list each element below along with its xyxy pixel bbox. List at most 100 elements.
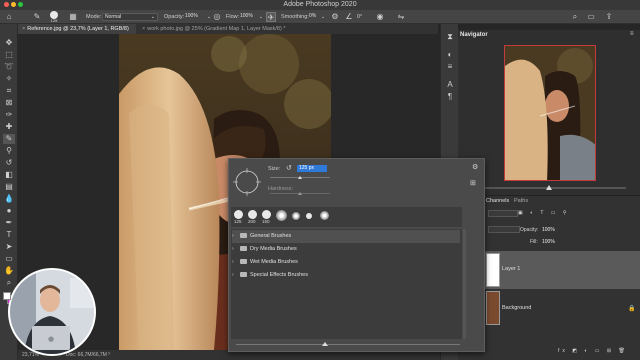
layer-name[interactable]: Background [502,305,531,311]
preview-size-slider[interactable] [236,342,460,346]
pressure-size-icon[interactable]: ◉ [375,12,385,22]
zoom-slider[interactable] [466,185,626,190]
gear-icon[interactable]: ⚙ [472,163,478,171]
minimize-window-button[interactable] [11,2,16,7]
layer-actions-icons[interactable]: fx ◩ ◐ ▭ ⊞ 🗑 [558,348,628,354]
lasso-tool-icon[interactable]: ➰ [3,62,15,72]
paragraph-panel-icon[interactable]: ¶ [444,92,456,102]
brush-size-label: 125 [50,18,58,23]
foreground-color-swatch[interactable] [3,292,11,300]
dodge-tool-icon[interactable]: ● [3,206,15,216]
history-brush-tool-icon[interactable]: ↺ [3,158,15,168]
panel-menu-icon[interactable]: ≡ [630,31,634,37]
eraser-tool-icon[interactable]: ◧ [3,170,15,180]
flow-input[interactable]: 100% [238,13,258,21]
eyedropper-tool-icon[interactable]: ✑ [3,110,15,120]
crop-tool-icon[interactable]: ⌗ [3,86,15,96]
size-slider[interactable] [270,176,330,179]
folder-wet-media-brushes[interactable]: › Wet Media Brushes [232,256,460,269]
layer-filter-select[interactable] [488,210,518,217]
angle-icon[interactable]: ∠ [344,12,354,22]
type-tool-icon[interactable]: T [3,230,15,240]
clone-stamp-tool-icon[interactable]: ⚲ [3,146,15,156]
layer-thumbnail [486,253,500,287]
chevron-right-icon[interactable]: › [232,243,238,256]
tab-reference[interactable]: × Reference.jpg @ 23,7% (Layer 1, RGB/8) … [18,24,136,42]
tab-work-photo[interactable]: × work photo.jpg @ 25% (Gradient Map 1, L… [138,24,338,34]
blend-mode-select[interactable] [488,226,520,233]
layer-opacity-value[interactable]: 100% [542,227,555,233]
size-slider-thumb[interactable] [298,176,302,179]
preview-size-slider-thumb[interactable] [322,342,328,346]
navigator-thumbnail[interactable] [504,45,596,181]
brush-preset-picker[interactable]: 125 [48,11,60,23]
brush-preset-5[interactable] [292,212,300,220]
angle-value[interactable]: 0° [357,14,362,20]
opacity-input[interactable]: 100% [183,13,203,21]
brush-preset-3[interactable] [262,210,271,219]
brush-size-caption: Size: [268,166,281,172]
zoom-window-button[interactable] [18,2,23,7]
layer-name[interactable]: Layer 1 [502,266,520,272]
blur-tool-icon[interactable]: 💧 [3,194,15,204]
flow-dropdown-icon[interactable]: ⌄ [256,12,266,22]
folder-dry-media-brushes[interactable]: › Dry Media Brushes [232,243,460,256]
history-panel-icon[interactable]: ⧗ [444,32,456,42]
symmetry-icon[interactable]: ⇋ [396,12,406,22]
folder-general-brushes[interactable]: › General Brushes [232,230,460,243]
hardness-slider-thumb[interactable] [298,192,302,195]
zoom-tool-icon[interactable]: ⌕ [3,278,15,288]
gradient-tool-icon[interactable]: ▤ [3,182,15,192]
hardness-slider[interactable] [270,192,330,195]
airbrush-icon[interactable]: ✈ [266,12,276,22]
home-icon[interactable]: ⌂ [4,12,14,22]
app-title: Adobe Photoshop 2020 [283,1,357,8]
smoothing-dropdown-icon[interactable]: ⌄ [318,12,328,22]
search-icon[interactable]: ⌕ [570,12,580,22]
character-panel-icon[interactable]: A [444,80,456,90]
brush-preset-6[interactable] [306,213,312,219]
brush-settings-icon[interactable]: ▦ [68,12,78,22]
brush-size-input[interactable]: 125 px [297,165,327,172]
brush-preset-2[interactable] [248,210,257,219]
reset-size-icon[interactable]: ↺ [286,164,292,172]
brush-preset-7[interactable] [320,211,329,220]
new-preset-icon[interactable]: ⊞ [470,179,476,187]
mode-select[interactable]: Normal ⌄ [102,13,158,21]
chevron-right-icon[interactable]: › [232,230,238,243]
properties-panel-icon[interactable]: ≡ [444,62,456,72]
close-window-button[interactable] [4,2,9,7]
marquee-tool-icon[interactable]: ⬚ [3,50,15,60]
quick-selection-tool-icon[interactable]: ✧ [3,74,15,84]
path-selection-tool-icon[interactable]: ➤ [3,242,15,252]
gear-icon[interactable]: ⚙ [330,12,340,22]
folder-special-effects-brushes[interactable]: › Special Effects Brushes [232,269,460,282]
layer-filter-icons[interactable]: ▣ ◐ T ▭ ⚲ [518,210,570,216]
tab-paths[interactable]: Paths [514,198,528,204]
workspace-icon[interactable]: ▭ [586,12,596,22]
brush-tool-icon[interactable]: ✎ [32,12,42,22]
tab-channels[interactable]: Channels [486,198,509,204]
share-icon[interactable]: ⇪ [604,12,614,22]
status-menu-icon[interactable]: › [108,351,110,357]
brush-preset-1[interactable] [234,210,243,219]
chevron-right-icon[interactable]: › [232,269,238,282]
folder-list-scrollbar[interactable] [463,229,466,339]
close-tab-icon[interactable]: × [142,26,145,32]
hand-tool-icon[interactable]: ✋ [3,266,15,276]
close-tab-icon[interactable]: × [22,26,25,32]
shape-tool-icon[interactable]: ▭ [3,254,15,264]
healing-brush-tool-icon[interactable]: ✚ [3,122,15,132]
chevron-right-icon[interactable]: › [232,256,238,269]
brush-tool-icon[interactable]: ✎ [3,134,15,144]
pressure-opacity-icon[interactable]: ◎ [212,12,222,22]
move-tool-icon[interactable]: ✥ [3,38,15,48]
layer-thumbnail [486,291,500,325]
adjustments-panel-icon[interactable]: ◐ [444,50,456,60]
brush-preset-4[interactable] [276,210,287,221]
zoom-slider-thumb[interactable] [546,185,552,190]
frame-tool-icon[interactable]: ⊠ [3,98,15,108]
layer-fill-value[interactable]: 100% [542,239,555,245]
pen-tool-icon[interactable]: ✒ [3,218,15,228]
navigator-title[interactable]: Navigator [460,32,488,38]
